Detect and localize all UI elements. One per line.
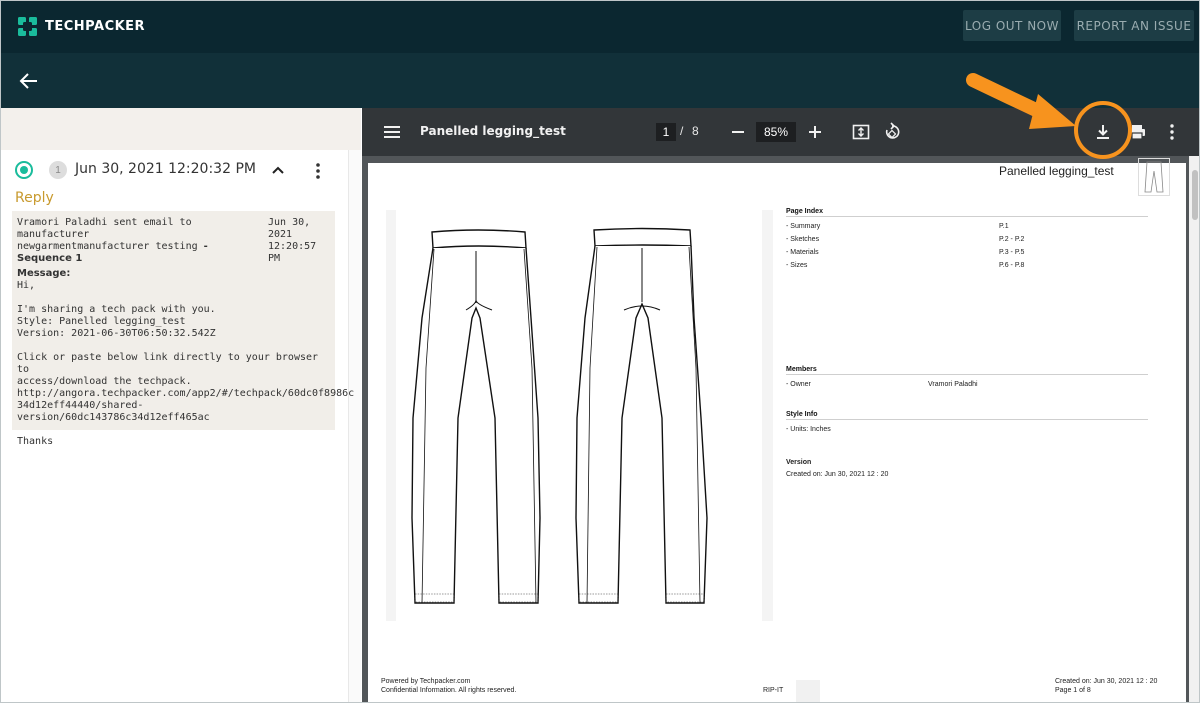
selected-radio[interactable]	[15, 161, 33, 179]
total-pages: 8	[692, 124, 699, 138]
member-role: - Owner	[786, 381, 811, 388]
panel-header-strip	[1, 108, 361, 150]
style-thumbnail	[1138, 158, 1170, 196]
footer-confidential: Confidential Information. All rights res…	[381, 687, 517, 694]
page-index-pages: P.2 - P.2	[999, 236, 1025, 243]
techpacker-logo-icon	[18, 17, 37, 36]
page-index-row: - Materials	[786, 249, 819, 256]
logo[interactable]: TECHPACKER	[18, 17, 145, 36]
version-created: Created on: Jun 30, 2021 12 : 20	[786, 471, 889, 478]
logo-text: TECHPACKER	[45, 19, 146, 34]
zoom-in-icon[interactable]	[808, 123, 822, 141]
footer-center-code: RIP-IT	[763, 687, 784, 694]
email-date: Jun 30, 2021 12:20:57 PM	[268, 217, 317, 264]
thread-datetime: Jun 30, 2021 12:20:32 PM	[75, 161, 256, 177]
page-separator: /	[680, 124, 684, 138]
pdf-page: Panelled legging_test Page Index - Summa…	[368, 158, 1186, 702]
sequence-badge: 1	[49, 161, 67, 179]
units-info: - Units: Inches	[786, 426, 831, 433]
pdf-toolbar: Panelled legging_test 1 / 8 85%	[362, 108, 1199, 156]
member-name: Vramori Paladhi	[928, 381, 978, 388]
email-body: Message: Hi, I'm sharing a tech pack wit…	[17, 268, 354, 448]
page-index-pages: P.6 - P.8	[999, 262, 1025, 269]
report-issue-button[interactable]: REPORT AN ISSUE	[1074, 10, 1194, 41]
pants-thumbnail-icon	[1144, 161, 1164, 193]
members-heading: Members	[786, 366, 1148, 375]
pdf-doc-title: Panelled legging_test	[420, 124, 566, 138]
menu-icon[interactable]	[384, 125, 400, 139]
pdf-viewer: Panelled legging_test 1 / 8 85% Panelled…	[362, 108, 1199, 702]
page-index-row: - Sketches	[786, 236, 820, 243]
sub-bar	[1, 53, 1199, 108]
zoom-level-input[interactable]: 85%	[756, 122, 796, 142]
pdf-scrollbar-thumb[interactable]	[1192, 170, 1198, 220]
message-text[interactable]: Hi, I'm sharing a tech pack with you. St…	[17, 280, 354, 447]
leggings-sketch	[411, 227, 708, 604]
top-bar: TECHPACKER LOG OUT NOW REPORT AN ISSUE	[1, 1, 1199, 53]
page-index-row: - Sizes	[786, 262, 808, 269]
message-label: Message:	[17, 268, 71, 279]
app-window: TECHPACKER LOG OUT NOW REPORT AN ISSUE 1…	[0, 0, 1200, 703]
page-index-pages: P.1	[999, 223, 1009, 230]
logout-button[interactable]: LOG OUT NOW	[963, 10, 1061, 41]
back-arrow-icon[interactable]	[19, 71, 39, 91]
reply-link[interactable]: Reply	[15, 190, 54, 206]
print-icon[interactable]	[1128, 123, 1146, 141]
zoom-out-icon[interactable]	[731, 123, 745, 141]
pdf-page-title: Panelled legging_test	[999, 164, 1114, 178]
rotate-icon[interactable]	[883, 122, 901, 142]
page-index-heading: Page Index	[786, 208, 1148, 217]
download-icon[interactable]	[1095, 123, 1111, 141]
footer-created: Created on: Jun 30, 2021 12 : 20	[1055, 678, 1158, 685]
current-page-input[interactable]: 1	[656, 123, 676, 141]
footer-logo-box	[796, 680, 820, 702]
thread-more-icon[interactable]	[310, 162, 326, 180]
email-header-line2: newgarmentmanufacturer testing	[17, 241, 198, 252]
pdf-scrollbar[interactable]	[1189, 156, 1199, 702]
email-message-card: Vramori Paladhi sent email to manufactur…	[12, 211, 354, 447]
email-header: Vramori Paladhi sent email to manufactur…	[17, 217, 263, 265]
fit-page-icon[interactable]	[852, 123, 870, 141]
page-index-row: - Summary	[786, 223, 821, 230]
chevron-up-icon[interactable]	[271, 164, 285, 176]
page-index-pages: P.3 - P.5	[999, 249, 1025, 256]
more-icon[interactable]	[1165, 123, 1179, 141]
style-info-heading: Style Info	[786, 411, 1148, 420]
footer-powered: Powered by Techpacker.com	[381, 678, 471, 685]
footer-page-number: Page 1 of 8	[1055, 687, 1091, 694]
panel-scrollbar[interactable]	[348, 150, 361, 702]
email-header-line1: Vramori Paladhi sent email to manufactur…	[17, 217, 192, 240]
